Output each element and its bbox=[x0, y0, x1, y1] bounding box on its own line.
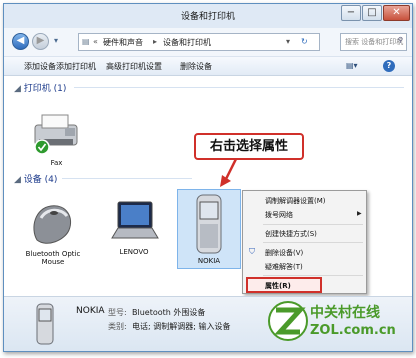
breadcrumb-overflow[interactable]: « bbox=[93, 37, 98, 46]
zol-watermark: 中关村在线 ZOL.com.cn bbox=[268, 296, 408, 352]
details-category-value: 电话; 调制解调器; 输入设备 bbox=[132, 322, 231, 331]
device-label: Bluetooth Optic Mouse bbox=[25, 250, 81, 266]
device-fax[interactable]: Fax bbox=[24, 109, 89, 167]
details-category-label: 类别: bbox=[108, 322, 127, 331]
callout-annotation: 右击选择属性 bbox=[194, 133, 304, 160]
address-row: ◀ ▶ ▾ ▤ « 硬件和声音 ▸ 设备和打印机 ▾ ↻ 搜索 设备和打印机 ⚲ bbox=[4, 30, 412, 54]
help-icon[interactable]: ? bbox=[383, 60, 395, 72]
phone-thumbnail-icon bbox=[36, 303, 54, 345]
shield-icon: ⛉ bbox=[249, 247, 255, 256]
collapse-arrow-icon[interactable]: ◢ bbox=[14, 84, 21, 94]
watermark-url: ZOL.com.cn bbox=[310, 323, 396, 338]
command-bar: 添加设备 添加打印机 高级打印机设置 删除设备 ▤▾ ? bbox=[4, 56, 412, 76]
forward-button[interactable]: ▶ bbox=[32, 33, 49, 50]
device-label: NOKIA bbox=[197, 257, 221, 265]
title-bar: 设备和打印机 − □ ✕ bbox=[4, 4, 412, 28]
group-devices-label: 设备 (4) bbox=[23, 175, 58, 185]
address-bar[interactable]: ▤ « 硬件和声音 ▸ 设备和打印机 ▾ ↻ bbox=[78, 33, 320, 51]
address-dropdown-icon[interactable]: ▾ bbox=[286, 37, 290, 46]
add-printer-button[interactable]: 添加打印机 bbox=[56, 61, 96, 72]
zol-logo-icon bbox=[268, 301, 308, 341]
menu-separator bbox=[263, 275, 363, 276]
device-nokia[interactable]: NOKIA bbox=[177, 189, 241, 269]
remove-device-button[interactable]: 删除设备 bbox=[180, 61, 212, 72]
device-lenovo[interactable]: LENOVO bbox=[104, 198, 164, 256]
minimize-button[interactable]: − bbox=[341, 5, 361, 21]
device-label: LENOVO bbox=[119, 248, 149, 256]
phone-icon bbox=[196, 194, 222, 254]
recent-pages-icon[interactable]: ▾ bbox=[54, 36, 58, 45]
laptop-icon bbox=[111, 201, 159, 239]
close-button[interactable]: ✕ bbox=[383, 5, 410, 21]
context-menu: 调制解调器设置(M) 拨号网络 ▶ 创建快捷方式(S) ⛉ 删除设备(V) 疑难… bbox=[242, 190, 367, 294]
submenu-arrow-icon: ▶ bbox=[357, 210, 362, 217]
details-model-label: 型号: bbox=[108, 308, 127, 317]
advanced-print-settings-button[interactable]: 高级打印机设置 bbox=[106, 61, 162, 72]
add-device-button[interactable]: 添加设备 bbox=[24, 61, 56, 72]
group-printers-label: 打印机 (1) bbox=[23, 84, 67, 94]
group-divider bbox=[62, 178, 192, 179]
breadcrumb-devices-printers[interactable]: 设备和打印机 bbox=[163, 37, 211, 48]
menu-item-properties[interactable]: 属性(R) bbox=[265, 281, 291, 291]
breadcrumb-separator-icon: ▸ bbox=[153, 37, 158, 46]
device-label: Fax bbox=[50, 159, 63, 167]
folder-icon: ▤ bbox=[82, 37, 90, 46]
menu-item-remove-device[interactable]: 删除设备(V) bbox=[265, 248, 303, 258]
callout-arrow-icon bbox=[220, 159, 238, 187]
collapse-arrow-icon[interactable]: ◢ bbox=[14, 175, 21, 185]
menu-item-create-shortcut[interactable]: 创建快捷方式(S) bbox=[265, 229, 317, 239]
fax-icon bbox=[33, 114, 77, 155]
menu-item-modem-settings[interactable]: 调制解调器设置(M) bbox=[265, 196, 326, 206]
refresh-icon[interactable]: ↻ bbox=[301, 37, 308, 46]
group-devices-header[interactable]: ◢ 设备 (4) bbox=[14, 172, 57, 185]
search-input[interactable]: 搜索 设备和打印机 ⚲ bbox=[340, 33, 407, 51]
menu-item-dialup[interactable]: 拨号网络 bbox=[265, 210, 293, 220]
search-placeholder: 搜索 设备和打印机 bbox=[345, 38, 404, 46]
callout-text: 右击选择属性 bbox=[209, 139, 288, 154]
details-model-value: Bluetooth 外围设备 bbox=[132, 308, 206, 317]
mouse-icon bbox=[33, 205, 72, 244]
device-bluetooth-mouse[interactable]: Bluetooth Optic Mouse bbox=[22, 198, 84, 266]
menu-item-troubleshoot[interactable]: 疑难解答(T) bbox=[265, 262, 303, 272]
properties-highlight[interactable]: 属性(R) bbox=[246, 277, 322, 293]
group-divider bbox=[74, 87, 404, 88]
back-button[interactable]: ◀ bbox=[12, 33, 29, 50]
menu-separator bbox=[263, 224, 363, 225]
menu-separator bbox=[263, 242, 363, 243]
search-icon[interactable]: ⚲ bbox=[398, 36, 403, 44]
maximize-button[interactable]: □ bbox=[362, 5, 382, 21]
watermark-brand: 中关村在线 bbox=[310, 305, 380, 321]
details-device-name: NOKIA bbox=[76, 306, 105, 316]
breadcrumb-hardware-sound[interactable]: 硬件和声音 bbox=[103, 37, 143, 48]
view-options-icon[interactable]: ▤▾ bbox=[346, 61, 358, 70]
group-printers-header[interactable]: ◢ 打印机 (1) bbox=[14, 81, 66, 94]
